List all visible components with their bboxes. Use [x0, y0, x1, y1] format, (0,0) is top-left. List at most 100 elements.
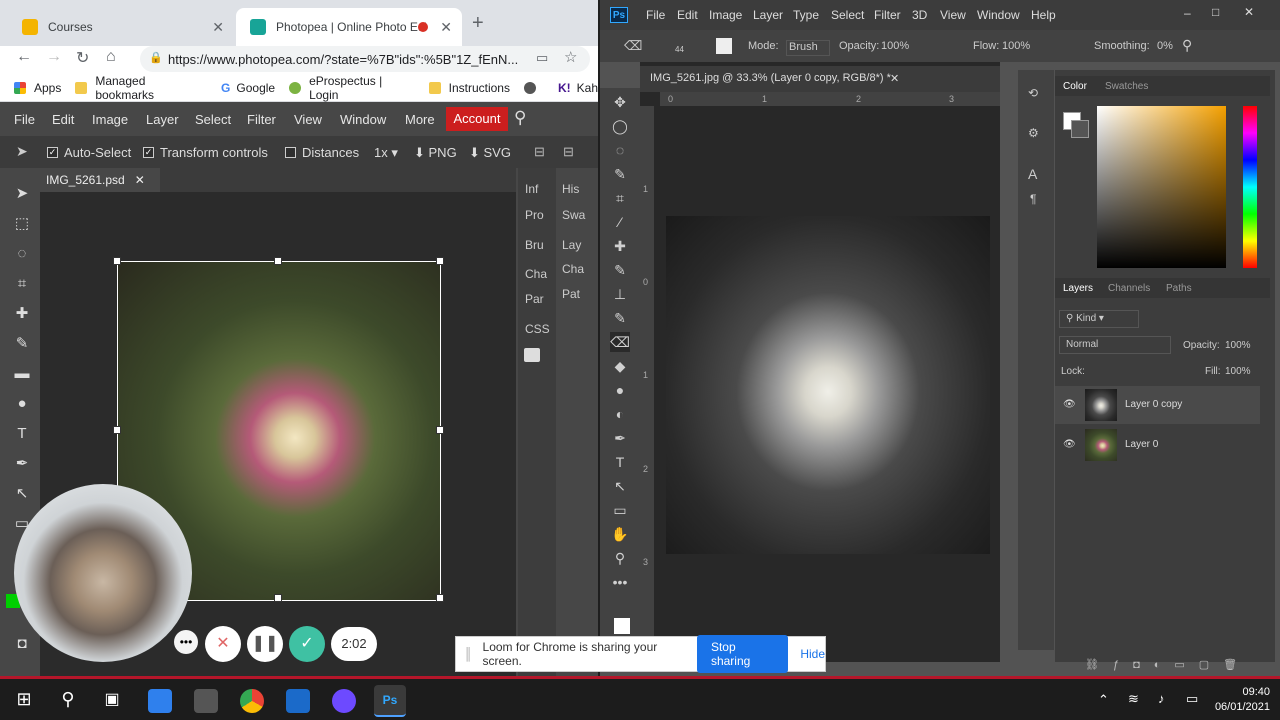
ps-menu-select[interactable]: Select	[831, 8, 864, 22]
quick-select-tool-icon[interactable]: ✎	[610, 164, 630, 184]
search-icon[interactable]: ⚲	[56, 689, 80, 713]
maximize-icon[interactable]: □	[1212, 5, 1219, 19]
blur-tool-icon[interactable]: ●	[12, 394, 32, 414]
brush-panel-icon[interactable]	[716, 38, 732, 54]
loom-cancel-button[interactable]: ✕	[205, 626, 241, 662]
eraser-tool-icon[interactable]: ⌫	[624, 38, 642, 54]
history-brush-icon[interactable]: ✎	[610, 308, 630, 328]
search-icon[interactable]: ⚲	[514, 108, 526, 128]
export-png-button[interactable]: ⬇ PNG	[414, 145, 457, 161]
photoshop-taskbar-icon[interactable]: Ps	[374, 685, 406, 717]
tab-layers[interactable]: Layers	[1063, 283, 1093, 294]
omnibox[interactable]: 🔒 https://www.photopea.com/?state=%7B"id…	[140, 46, 590, 72]
bookmark-instructions[interactable]: Instructions	[428, 81, 510, 95]
panel-swatches[interactable]: Swa	[562, 208, 585, 222]
bookmark-apps[interactable]: Apps	[14, 81, 61, 95]
ps-canvas-image[interactable]	[666, 216, 990, 554]
clock-date[interactable]: 06/01/2021	[1210, 701, 1270, 713]
eye-icon[interactable]: 👁	[1063, 399, 1076, 410]
distances-checkbox[interactable]: Distances	[285, 145, 359, 160]
panel-info[interactable]: Inf	[525, 182, 538, 196]
type-tool-icon[interactable]: T	[610, 452, 630, 472]
type-tool-icon[interactable]: T	[12, 424, 32, 444]
ps-menu-help[interactable]: Help	[1031, 8, 1056, 22]
cast-icon[interactable]: ▭	[536, 50, 548, 66]
brush-tool-icon[interactable]: ✎	[610, 260, 630, 280]
wifi-icon[interactable]: ≋	[1128, 691, 1139, 707]
ps-menu-image[interactable]: Image	[709, 8, 742, 22]
menu-image[interactable]: Image	[92, 112, 128, 127]
paragraph-icon[interactable]: ¶	[1030, 192, 1036, 206]
transform-handle[interactable]	[436, 594, 444, 602]
move-tool-icon[interactable]: ✥	[610, 92, 630, 112]
healing-tool-icon[interactable]: ✚	[12, 304, 32, 324]
task-view-icon[interactable]: ▣	[100, 689, 124, 713]
panel-channels[interactable]: Cha	[562, 262, 584, 276]
back-icon[interactable]: ←	[16, 48, 32, 66]
auto-select-checkbox[interactable]: ✓ Auto-Select	[47, 145, 131, 160]
tab-swatches[interactable]: Swatches	[1105, 81, 1148, 92]
panel-brush[interactable]: Bru	[525, 238, 544, 252]
menu-more[interactable]: More	[405, 112, 435, 127]
transform-controls-checkbox[interactable]: ✓ Transform controls	[143, 145, 268, 160]
transform-handle[interactable]	[113, 257, 121, 265]
doc-tab[interactable]: IMG_5261.psd ✕	[40, 168, 160, 192]
search-icon[interactable]: ⚲	[1182, 37, 1192, 54]
history-icon[interactable]: ⟲	[1028, 86, 1038, 100]
menu-view[interactable]: View	[294, 112, 322, 127]
healing-tool-icon[interactable]: ✚	[610, 236, 630, 256]
ps-menu-layer[interactable]: Layer	[753, 8, 783, 22]
loom-webcam-bubble[interactable]	[14, 484, 192, 662]
chevron-up-icon[interactable]: ⌃	[1098, 692, 1109, 708]
panel-layers[interactable]: Lay	[562, 238, 581, 252]
smoothing-value[interactable]: 0%	[1157, 40, 1173, 52]
layer-name[interactable]: Layer 0 copy	[1125, 399, 1182, 410]
battery-icon[interactable]: ▭	[1186, 691, 1198, 707]
hand-tool-icon[interactable]: ✋	[610, 524, 630, 544]
transform-handle[interactable]	[436, 426, 444, 434]
adjust-icon[interactable]: ⚙	[1028, 126, 1039, 140]
layer-row[interactable]: 👁 Layer 0	[1055, 426, 1260, 464]
marquee-tool-icon[interactable]: ⬚	[12, 214, 32, 234]
bookmark-globe[interactable]	[523, 81, 544, 94]
paint-bucket-icon[interactable]: ◆	[610, 356, 630, 376]
bookmark-managed[interactable]: Managed bookmarks	[75, 74, 207, 102]
app-icon[interactable]	[286, 689, 310, 713]
opacity-value[interactable]: 100%	[881, 40, 909, 52]
stamp-tool-icon[interactable]: ⊥	[610, 284, 630, 304]
eye-icon[interactable]: 👁	[1063, 439, 1076, 450]
zoom-tool-icon[interactable]: ⚲	[610, 548, 630, 568]
loom-pause-button[interactable]: ❚❚	[247, 626, 283, 662]
align-left-icon[interactable]: ⊟	[534, 144, 545, 160]
transform-handle[interactable]	[436, 257, 444, 265]
align-center-icon[interactable]: ⊟	[563, 144, 574, 160]
transform-handle[interactable]	[274, 594, 282, 602]
path-select-icon[interactable]: ↖	[610, 476, 630, 496]
fill-value[interactable]: 100%	[1225, 366, 1251, 377]
export-svg-button[interactable]: ⬇ SVG	[469, 145, 511, 161]
hide-button[interactable]: Hide	[800, 647, 825, 661]
layer-row[interactable]: 👁 Layer 0 copy	[1055, 386, 1260, 424]
background-swatch[interactable]	[1071, 120, 1089, 138]
ps-menu-edit[interactable]: Edit	[677, 8, 698, 22]
brush-tool-icon[interactable]: ✎	[12, 334, 32, 354]
close-icon[interactable]: ✕	[1244, 5, 1254, 19]
dodge-tool-icon[interactable]: ◐	[610, 404, 630, 424]
blend-mode-dropdown[interactable]: Normal	[1059, 336, 1171, 354]
crop-tool-icon[interactable]: ⌗	[12, 274, 32, 294]
pen-tool-icon[interactable]: ✒	[12, 454, 32, 474]
foreground-color-swatch[interactable]	[614, 618, 630, 634]
file-explorer-icon[interactable]	[148, 689, 172, 713]
panel-properties[interactable]: Pro	[525, 208, 544, 222]
forward-icon[interactable]: →	[46, 48, 62, 66]
move-tool-icon[interactable]: ➤	[12, 184, 32, 204]
eraser-tool-icon[interactable]: ⌫	[610, 332, 630, 352]
menu-layer[interactable]: Layer	[146, 112, 179, 127]
crop-tool-icon[interactable]: ⌗	[610, 188, 630, 208]
app-icon[interactable]	[194, 689, 218, 713]
panel-paths[interactable]: Pat	[562, 287, 580, 301]
close-icon[interactable]: ✕	[890, 72, 899, 85]
tab-courses[interactable]: Courses ✕	[8, 8, 234, 46]
tab-paths[interactable]: Paths	[1166, 283, 1192, 294]
rectangle-tool-icon[interactable]: ▭	[610, 500, 630, 520]
